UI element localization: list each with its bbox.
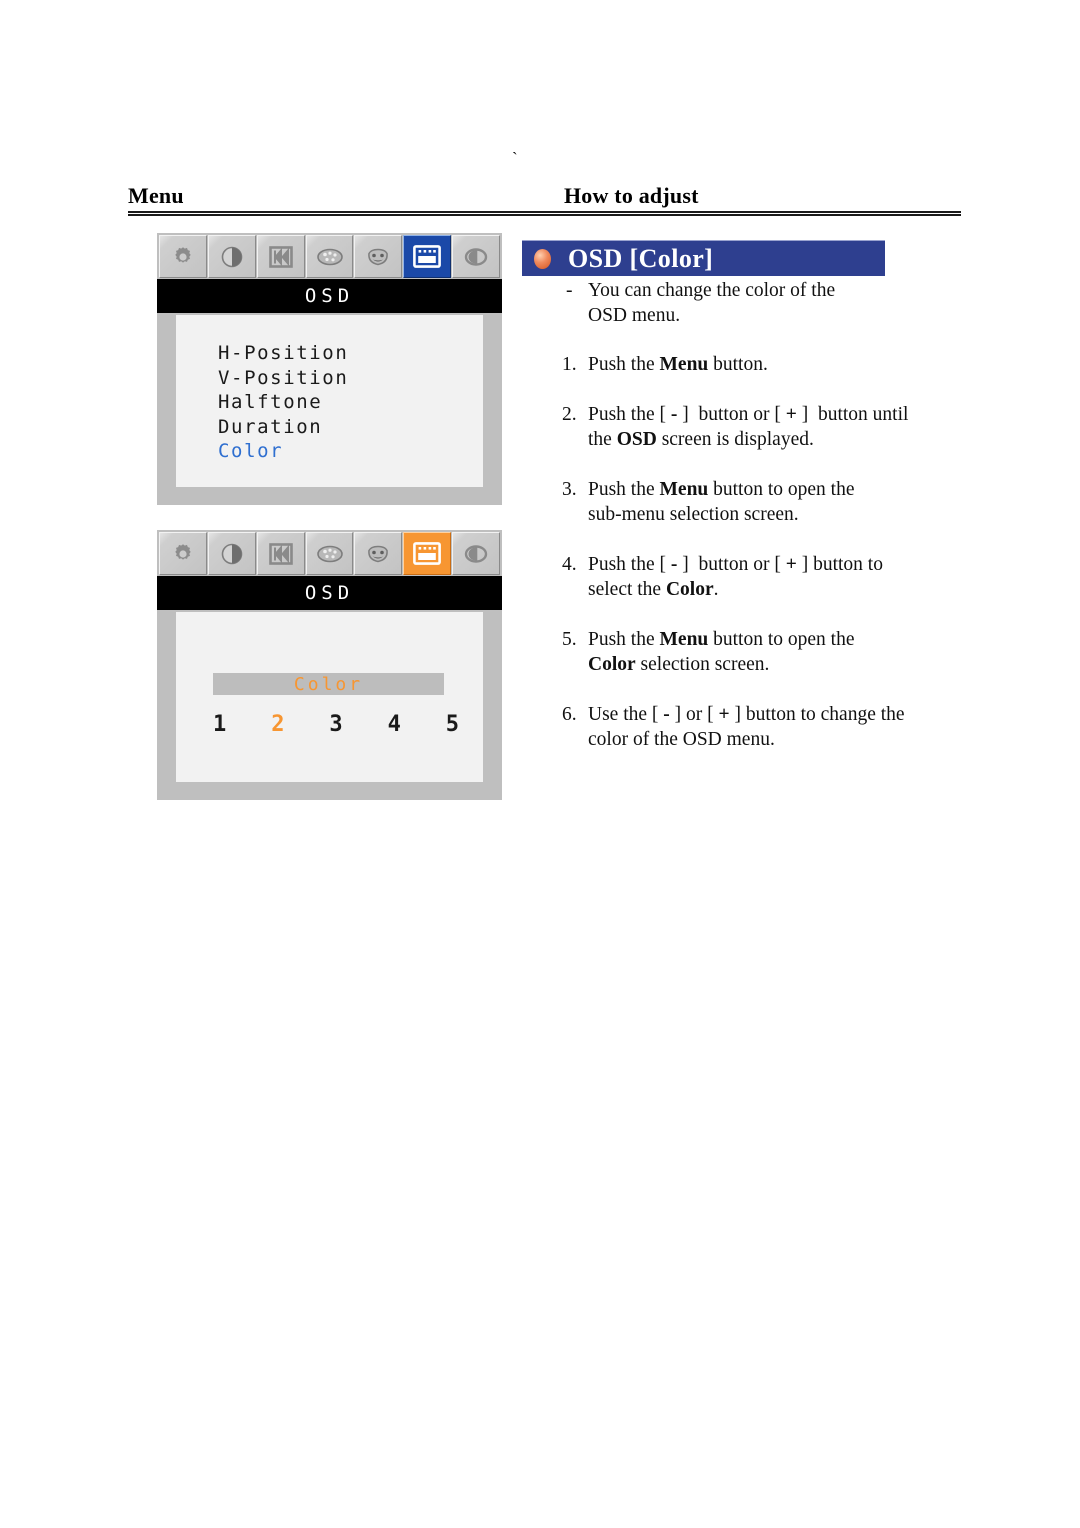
osd-toolbar-position-button[interactable] [256, 235, 305, 278]
osd-color-option[interactable]: 1 [213, 712, 226, 737]
osd-color-option[interactable]: 3 [329, 712, 342, 737]
osd-window-icon [413, 245, 442, 268]
osd-panel-1-screen: H-Position V-Position Halftone Duration … [176, 315, 483, 487]
gear-icon [170, 244, 196, 270]
step-text: Push the Menu button. [588, 354, 768, 375]
palette-icon [316, 543, 344, 565]
step-text: Use the [ - ] or [ + ] button to change … [588, 704, 905, 750]
osd-menu-item-selected[interactable]: Color [218, 439, 483, 464]
osd-toolbar-osd-button[interactable] [403, 235, 452, 278]
header-howtoadjust-title: How to adjust [564, 183, 699, 208]
step-text: Push the Menu button to open the Color se… [588, 629, 855, 675]
osd-toolbar-palette-button[interactable] [305, 235, 354, 278]
position-icon [268, 245, 294, 269]
step-number: 3. [562, 479, 577, 500]
header-divider-rule [128, 211, 961, 216]
page-header: Menu How to adjust [128, 183, 960, 211]
instructions-title-bar: OSD [Color] [522, 240, 885, 276]
header-menu-title: Menu [128, 183, 184, 208]
osd-color-options: 1 2 3 4 5 [213, 712, 459, 737]
orange-sphere-icon [534, 248, 551, 269]
osd-toolbar-contrast-button[interactable] [207, 235, 256, 278]
face-icon [366, 543, 390, 565]
osd-color-bar-label: Color [293, 673, 364, 695]
step-text: Push the Menu button to open the sub-menu… [588, 479, 855, 525]
osd-toolbar [157, 233, 502, 279]
osd-panel-1-body: H-Position V-Position Halftone Duration … [157, 313, 502, 505]
osd-toolbar-contrast-button[interactable] [207, 532, 256, 575]
osd-panel-2-body: Color 1 2 3 4 5 [157, 610, 502, 800]
osd-color-option[interactable]: 5 [446, 712, 459, 737]
osd-panel-2-screen: Color 1 2 3 4 5 [176, 612, 483, 782]
instructions-description-text: You can change the color of the OSD menu. [588, 280, 836, 326]
step-text: Push the [ - ] button or [ + ] button to… [588, 554, 883, 600]
osd-toolbar-gear-button[interactable] [159, 532, 207, 575]
gear-icon [170, 541, 196, 567]
position-icon [268, 542, 294, 566]
instruction-step: 6. Use the [ - ] or [ + ] button to chan… [562, 702, 982, 752]
instructions-description: - You can change the color of the OSD men… [566, 278, 966, 328]
step-number: 1. [562, 354, 577, 375]
osd-panel-1-title: OSD [157, 279, 502, 313]
instructions-title: OSD [Color] [568, 243, 714, 273]
step-number: 4. [562, 554, 577, 575]
osd-panel-2-title: OSD [157, 576, 502, 610]
instruction-step: 2. Push the [ - ] button or [ + ] button… [562, 402, 982, 452]
power-icon [463, 543, 489, 565]
power-icon [463, 246, 489, 268]
stray-tick-mark: ` [512, 149, 518, 168]
contrast-icon [219, 244, 245, 270]
osd-toolbar-face-button[interactable] [354, 235, 403, 278]
osd-toolbar-power-button[interactable] [452, 235, 501, 278]
palette-icon [316, 246, 344, 268]
osd-toolbar-position-button[interactable] [256, 532, 305, 575]
osd-menu-item[interactable]: V-Position [218, 366, 483, 391]
osd-panel-color-selection: OSD Color 1 2 3 4 5 [157, 530, 502, 800]
instruction-step: 4. Push the [ - ] button or [ + ] button… [562, 552, 966, 602]
osd-menu-item[interactable]: H-Position [218, 341, 483, 366]
osd-toolbar-gear-button[interactable] [159, 235, 207, 278]
osd-menu-item[interactable]: Halftone [218, 390, 483, 415]
face-icon [366, 246, 390, 268]
osd-menu-item[interactable]: Duration [218, 415, 483, 440]
osd-color-option-selected[interactable]: 2 [271, 712, 284, 737]
osd-window-icon [413, 542, 442, 565]
osd-toolbar-palette-button[interactable] [305, 532, 354, 575]
step-number: 2. [562, 404, 577, 425]
step-number: 6. [562, 704, 577, 725]
instruction-step: 1. Push the Menu button. [562, 352, 966, 377]
osd-toolbar-face-button[interactable] [354, 532, 403, 575]
osd-toolbar-osd-button[interactable] [403, 532, 452, 575]
osd-toolbar-power-button[interactable] [452, 532, 501, 575]
osd-color-bar: Color [213, 673, 444, 695]
instruction-step: 3. Push the Menu button to open the sub-m… [562, 477, 966, 527]
osd-toolbar [157, 530, 502, 576]
osd-color-option[interactable]: 4 [388, 712, 401, 737]
step-number: 5. [562, 629, 577, 650]
step-text: Push the [ - ] button or [ + ] button un… [588, 404, 909, 450]
dash-marker: - [566, 280, 573, 301]
contrast-icon [219, 541, 245, 567]
osd-panel-menu-list: OSD H-Position V-Position Halftone Durat… [157, 233, 502, 505]
instruction-step: 5. Push the Menu button to open the Color… [562, 627, 966, 677]
